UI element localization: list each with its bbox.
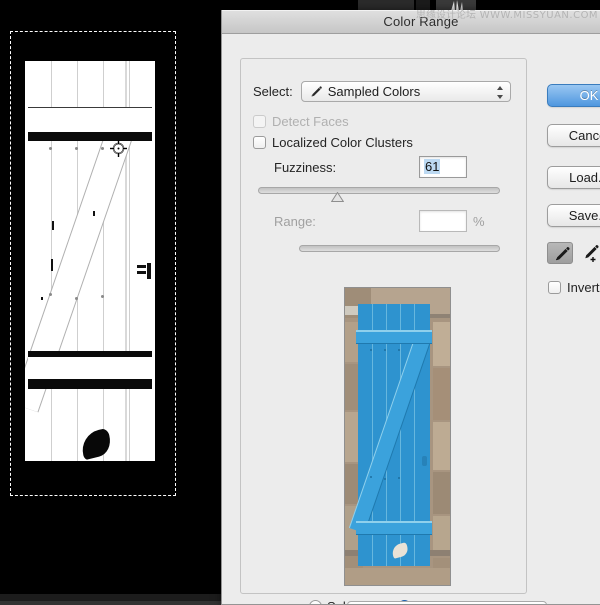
preview-top-rail [356, 331, 432, 343]
load-button[interactable]: Load... [547, 166, 600, 189]
color-range-options-group: Select: Sampled Colors D [240, 58, 527, 594]
bird-silhouette [78, 428, 113, 460]
preview-shutter [358, 304, 430, 566]
range-unit: % [473, 214, 485, 229]
eyedropper-icon [548, 243, 574, 265]
fuzziness-input[interactable]: 61 [419, 156, 467, 178]
screw [101, 295, 104, 298]
canvas-grayscale-shutter [25, 61, 155, 461]
screw [49, 147, 52, 150]
eyedropper-sample-button[interactable] [547, 242, 573, 264]
bottom-rail-shadow [28, 379, 152, 389]
range-input [419, 210, 467, 232]
fuzziness-slider-knob[interactable] [331, 192, 344, 202]
surface-speck [51, 259, 53, 271]
surface-speck [93, 211, 95, 216]
screw [101, 147, 104, 150]
fuzziness-slider-track[interactable] [258, 187, 500, 194]
save-button[interactable]: Save... [547, 204, 600, 227]
preview-bottom-rail [356, 522, 432, 534]
localized-color-clusters-row[interactable]: Localized Color Clusters [253, 135, 413, 150]
surface-speck [41, 297, 43, 300]
color-range-dialog: Color Range 思缘设计论坛 WWW.MISSYUAN.COM Sele… [221, 10, 600, 605]
localized-color-clusters-checkbox[interactable] [253, 136, 266, 149]
dialog-titlebar[interactable]: Color Range 思缘设计论坛 WWW.MISSYUAN.COM [222, 10, 600, 34]
fuzziness-value: 61 [424, 159, 440, 174]
detect-faces-row[interactable]: Detect Faces [253, 114, 349, 129]
detect-faces-checkbox[interactable] [253, 115, 266, 128]
fuzziness-label: Fuzziness: [274, 160, 336, 175]
localized-color-clusters-label: Localized Color Clusters [272, 135, 413, 150]
select-dropdown[interactable]: Sampled Colors [301, 81, 511, 102]
eyedropper-plus-icon [577, 242, 600, 264]
chevron-updown-icon [496, 85, 504, 100]
watermark-url: WWW.MISSYUAN.COM [480, 10, 598, 21]
invert-checkbox[interactable] [548, 281, 561, 294]
screw [49, 293, 52, 296]
preview-diagonal-brace [350, 339, 429, 533]
top-rail [28, 108, 152, 132]
document-scrollbar-strip[interactable] [0, 601, 221, 605]
cancel-button[interactable]: Cancel [547, 124, 600, 147]
eyedropper-toolgroup [547, 242, 600, 264]
screw [75, 297, 78, 300]
document-window[interactable] [0, 0, 221, 594]
eyedropper-icon [309, 85, 323, 99]
invert-row[interactable]: Invert [548, 280, 600, 295]
bottom-rail [28, 357, 152, 379]
select-label: Select: [253, 84, 293, 99]
detect-faces-label: Detect Faces [272, 114, 349, 129]
watermark: 思缘设计论坛 WWW.MISSYUAN.COM [416, 10, 598, 21]
preview-bird [391, 542, 410, 559]
selection-preview-row: Selection Preview: Grayscale [232, 601, 547, 605]
ok-button[interactable]: OK [547, 84, 600, 107]
eyedropper-crosshair-cursor [110, 140, 127, 157]
select-value: Sampled Colors [328, 84, 421, 99]
range-slider-track [299, 245, 500, 252]
dialog-body: Select: Sampled Colors D [222, 34, 600, 605]
invert-label: Invert [567, 280, 600, 295]
surface-speck [52, 221, 54, 230]
screw [75, 147, 78, 150]
shutter-latch [137, 263, 151, 279]
selection-preview-dropdown[interactable]: Grayscale [347, 601, 547, 605]
eyedropper-add-button[interactable] [577, 242, 600, 264]
watermark-cn: 思缘设计论坛 [416, 10, 476, 21]
range-label: Range: [274, 214, 316, 229]
select-row: Select: Sampled Colors [253, 81, 511, 102]
top-rail-shadow [28, 132, 152, 141]
preview-latch [422, 456, 427, 466]
color-range-preview[interactable] [344, 287, 451, 586]
